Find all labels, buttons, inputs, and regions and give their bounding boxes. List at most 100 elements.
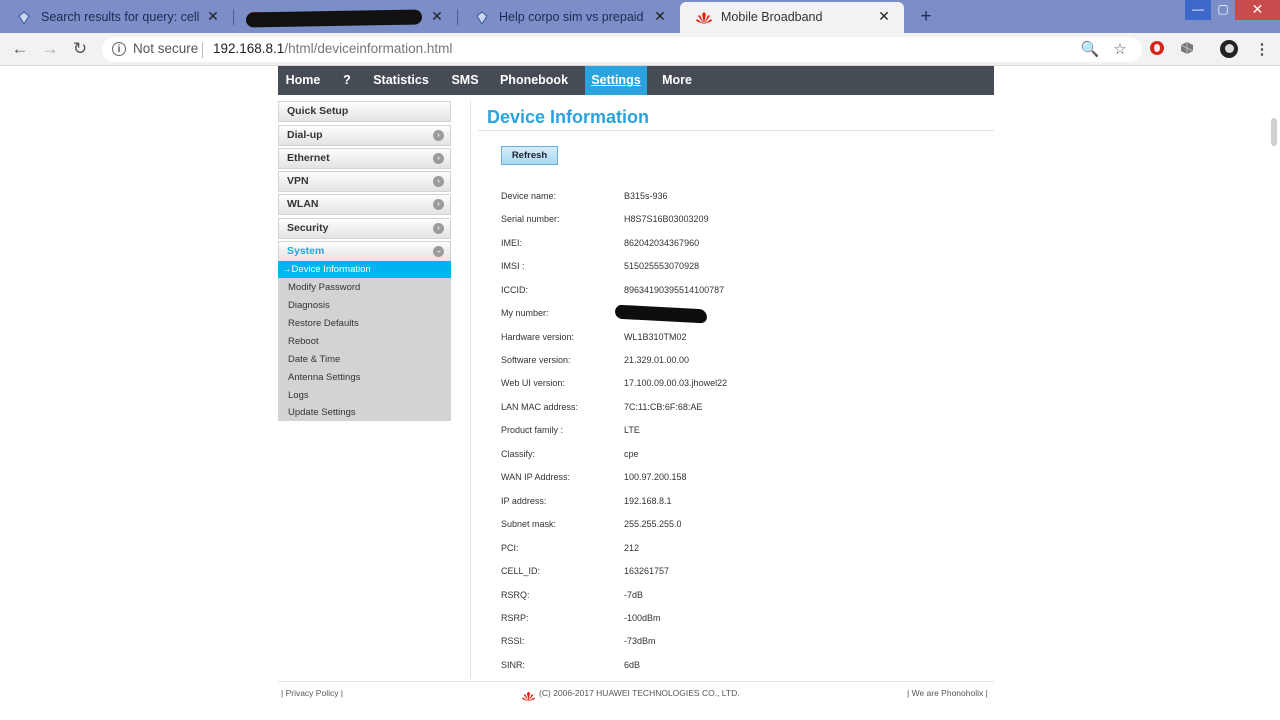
info-row: RSRQ: -7dB [501,590,991,604]
info-value: B315s-936 [624,191,668,201]
tab-close-icon[interactable]: ✕ [652,8,668,25]
info-value: 17.100.09.00.03.jhowel22 [624,378,728,388]
expand-arrow-icon: › [433,176,444,187]
info-value: -100dBm [624,613,661,623]
sidebar-label: Quick Setup [287,105,349,117]
page-scrollbar[interactable] [1271,118,1277,146]
info-value: 255.255.255.0 [624,519,682,529]
security-label[interactable]: Not secure [133,41,198,56]
nav-label: More [662,73,692,87]
nav-label: Statistics [373,73,429,87]
nav-label: Home [285,73,321,87]
info-icon[interactable]: i [112,42,126,56]
sidebar-item-reboot[interactable]: Reboot [278,333,451,350]
tab-help-corpo-sim[interactable]: Help corpo sim vs prepaid sim | ✕ [458,2,680,33]
nav-statistics[interactable]: Statistics [368,66,434,95]
nav-help[interactable]: ? [332,66,362,95]
extension-icon[interactable] [1177,40,1197,60]
info-label: Software version: [501,355,571,365]
sidebar-item-logs[interactable]: Logs [278,387,451,404]
info-label: ICCID: [501,285,528,295]
info-row: Classify: cpe [501,449,991,463]
sidebar-item-update-settings[interactable]: Update Settings [278,404,451,421]
info-row: CELL_ID: 163261757 [501,566,991,580]
info-value: 89634190395514100787 [624,285,725,295]
close-window-button[interactable]: ✕ [1235,0,1280,20]
sidebar-section-vpn[interactable]: VPN › [278,171,451,192]
page-title: Device Information [487,107,650,127]
tab-title: Search results for query: cell id [41,10,201,24]
url-host: 192.168.8.1 [213,41,285,56]
info-row: RSSI: -73dBm [501,636,991,650]
tab-strip: Search results for query: cell id ✕ ✕ He… [0,0,1280,33]
back-button[interactable]: ← [9,39,31,59]
minimize-button[interactable]: — [1185,0,1211,20]
info-row: Subnet mask: 255.255.255.0 [501,519,991,533]
sidebar-label: Dial-up [287,129,323,141]
new-tab-button[interactable]: + [916,6,936,28]
system-submenu: →Device Information Modify Password Diag… [278,261,451,421]
refresh-button[interactable]: Refresh [501,146,558,165]
nav-home[interactable]: Home [278,66,328,95]
info-label: SINR: [501,660,526,670]
sidebar-section-quick-setup[interactable]: Quick Setup [278,101,451,122]
forward-button[interactable]: → [39,39,61,59]
info-value: 21.329.01.00.00 [624,355,690,365]
expand-arrow-icon: › [433,130,444,141]
zoom-icon[interactable]: 🔍 [1080,40,1100,58]
main-nav: Home ? Statistics SMS Phonebook Settings… [278,66,994,95]
title-divider [478,130,994,131]
info-label: LAN MAC address: [501,402,579,412]
info-row: RSRP: -100dBm [501,613,991,627]
sidebar-label: Security [287,222,329,234]
nav-more[interactable]: More [656,66,698,95]
tab-title: Mobile Broadband [721,10,823,24]
menu-icon[interactable]: ⋮ [1252,40,1272,58]
sidebar-item-antenna-settings[interactable]: Antenna Settings [278,369,451,386]
info-label: IP address: [501,496,547,506]
sidebar-section-dial-up[interactable]: Dial-up › [278,125,451,146]
url-text[interactable]: 192.168.8.1/html/deviceinformation.html [213,41,452,56]
sidebar-item-restore-defaults[interactable]: Restore Defaults [278,315,451,332]
tab-youtube[interactable]: ✕ [234,2,457,33]
tab-close-icon[interactable]: ✕ [876,8,892,25]
nav-sms[interactable]: SMS [448,66,482,95]
maximize-button[interactable]: ▢ [1211,0,1235,20]
info-row: Web UI version: 17.100.09.00.03.jhowel22 [501,378,991,392]
opera-extension-icon[interactable] [1150,41,1164,55]
nav-settings[interactable]: Settings [585,66,647,95]
info-row: My number: [501,308,991,322]
sidebar-section-ethernet[interactable]: Ethernet › [278,148,451,169]
info-label: Serial number: [501,214,560,224]
tab-mobile-broadband[interactable]: Mobile Broadband ✕ [680,2,904,33]
info-value: LTE [624,425,640,435]
info-label: Device name: [501,191,557,201]
address-bar[interactable]: i Not secure 192.168.8.1/html/deviceinfo… [102,37,1142,62]
tab-search-results[interactable]: Search results for query: cell id ✕ [0,2,233,33]
profile-avatar[interactable] [1220,40,1238,58]
info-value: -73dBm [624,636,656,646]
sidebar-item-device-information[interactable]: →Device Information [278,261,451,278]
tab-title: Help corpo sim vs prepaid sim | [499,10,647,24]
privacy-policy-link[interactable]: | Privacy Policy | [281,688,343,698]
info-value: 192.168.8.1 [624,496,672,506]
sidebar-section-wlan[interactable]: WLAN › [278,194,451,215]
bookmark-star-icon[interactable]: ☆ [1110,40,1130,58]
tab-close-icon[interactable]: ✕ [205,8,221,25]
sidebar-item-date-time[interactable]: Date & Time [278,351,451,368]
sidebar-section-system[interactable]: System › [278,241,451,262]
info-label: My number: [501,308,549,318]
nav-phonebook[interactable]: Phonebook [496,66,572,95]
info-value: 163261757 [624,566,670,576]
we-are-phonoholix-link[interactable]: | We are Phonoholix | [907,688,988,698]
reload-button[interactable]: ↻ [69,39,91,59]
info-value: WL1B310TM02 [624,332,687,342]
tab-close-icon[interactable]: ✕ [429,8,445,25]
sidebar-item-diagnosis[interactable]: Diagnosis [278,297,451,314]
sidebar-item-modify-password[interactable]: Modify Password [278,279,451,296]
info-value: cpe [624,449,639,459]
nav-label: Phonebook [499,73,569,87]
sidebar-section-security[interactable]: Security › [278,218,451,239]
tab-favicon-icon [474,10,490,26]
info-row: LAN MAC address: 7C:11:CB:6F:68:AE [501,402,991,416]
